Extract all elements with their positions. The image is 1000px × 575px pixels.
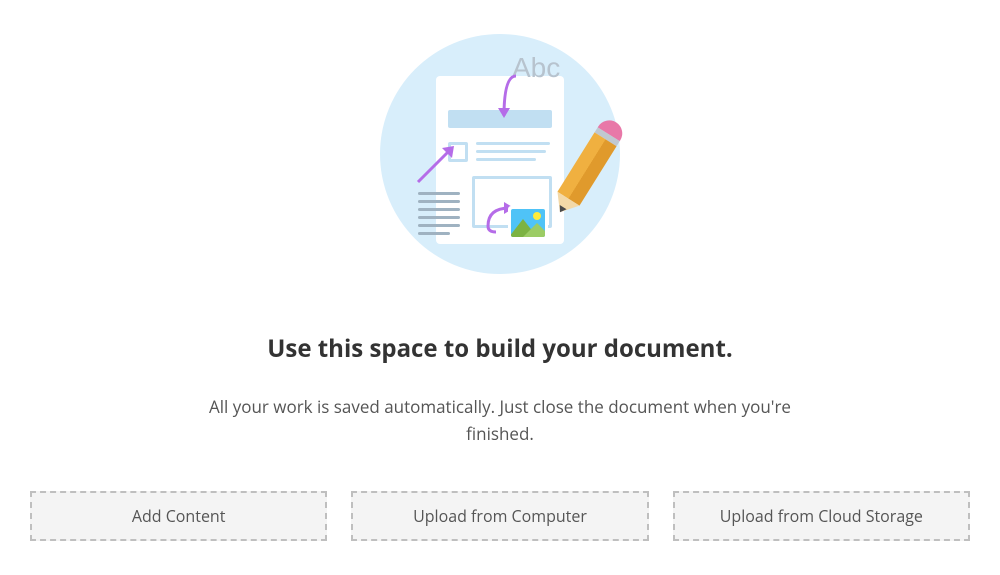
- arrow-diagonal-icon: [414, 140, 460, 186]
- page-heading: Use this space to build your document.: [267, 332, 732, 365]
- arrow-down-icon: [496, 72, 526, 128]
- document-builder-illustration: Abc: [370, 24, 630, 284]
- paragraph-lines-icon: [418, 192, 460, 240]
- action-button-row: Add Content Upload from Computer Upload …: [30, 491, 970, 541]
- upload-from-computer-button[interactable]: Upload from Computer: [351, 491, 648, 541]
- add-content-button[interactable]: Add Content: [30, 491, 327, 541]
- page-subtext: All your work is saved automatically. Ju…: [190, 393, 810, 447]
- photo-icon: [508, 206, 548, 240]
- upload-from-cloud-button[interactable]: Upload from Cloud Storage: [673, 491, 970, 541]
